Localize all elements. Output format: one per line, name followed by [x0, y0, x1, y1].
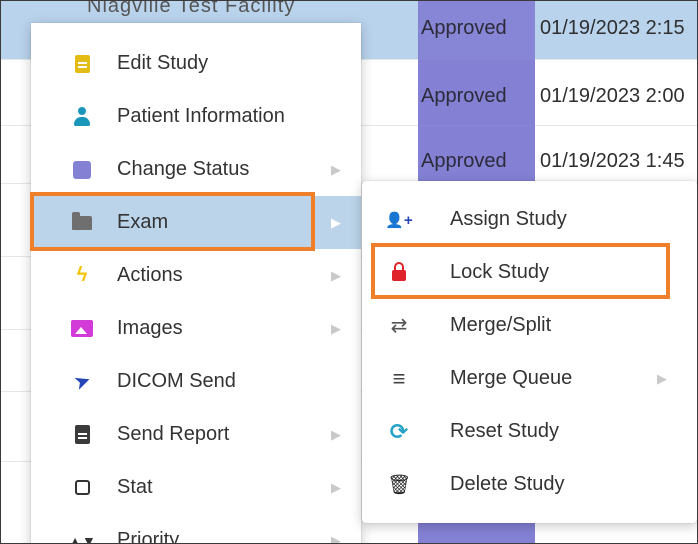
menu-item-actions[interactable]: ϟ Actions ▶	[31, 249, 361, 302]
submenu-item-merge-split[interactable]: ⇄ Merge/Split	[362, 299, 697, 352]
chevron-right-icon: ▶	[331, 267, 341, 283]
submenu-item-assign-study[interactable]: 👤+ Assign Study	[362, 193, 697, 246]
menu-item-dicom-send[interactable]: ➤ DICOM Send	[31, 355, 361, 408]
menu-item-label: Exam	[117, 211, 169, 233]
menu-item-label: Images	[117, 317, 183, 339]
submenu-item-lock-study[interactable]: Lock Study	[362, 246, 697, 299]
image-icon	[69, 316, 95, 342]
chevron-right-icon: ▶	[657, 370, 667, 386]
submenu-item-reset-study[interactable]: ⟳ Reset Study	[362, 405, 697, 458]
context-menu: Edit Study Patient Information Change St…	[31, 23, 361, 544]
chevron-right-icon: ▶	[331, 214, 341, 230]
submenu-item-label: Merge Queue	[450, 367, 573, 389]
menu-item-exam[interactable]: Exam ▶	[31, 196, 361, 249]
menu-item-send-report[interactable]: Send Report ▶	[31, 408, 361, 461]
person-icon	[69, 104, 95, 130]
chevron-right-icon: ▶	[331, 532, 341, 544]
submenu-item-label: Assign Study	[450, 208, 567, 230]
lock-icon	[386, 260, 412, 286]
status-square-icon	[69, 157, 95, 183]
submenu-item-label: Delete Study	[450, 473, 565, 495]
exam-submenu: 👤+ Assign Study Lock Study ⇄ Merge/Split…	[362, 181, 697, 523]
menu-item-label: Edit Study	[117, 52, 209, 74]
menu-item-edit-study[interactable]: Edit Study	[31, 37, 361, 90]
submenu-item-label: Lock Study	[450, 261, 549, 283]
chevron-right-icon: ▶	[331, 320, 341, 336]
submenu-item-label: Reset Study	[450, 420, 559, 442]
chevron-right-icon: ▶	[331, 426, 341, 442]
sort-icon: ▲▼	[68, 532, 96, 544]
lightning-icon: ϟ	[76, 264, 88, 286]
submenu-item-label: Merge/Split	[450, 314, 552, 336]
list-icon: ≡	[392, 365, 406, 391]
menu-item-label: DICOM Send	[117, 370, 236, 392]
menu-item-label: Actions	[117, 264, 183, 286]
submenu-item-delete-study[interactable]: 🗑 Delete Study	[362, 458, 697, 511]
submenu-item-merge-queue[interactable]: ≡ Merge Queue ▶	[362, 352, 697, 405]
menu-item-stat[interactable]: Stat ▶	[31, 461, 361, 514]
screenshot-frame: Niagville Test Facility Approved 01/19/2…	[0, 0, 698, 544]
menu-item-label: Patient Information	[117, 105, 285, 127]
menu-item-label: Priority	[117, 529, 180, 544]
menu-item-change-status[interactable]: Change Status ▶	[31, 143, 361, 196]
menu-item-patient-information[interactable]: Patient Information	[31, 90, 361, 143]
date-cell: 01/19/2023 2:15	[540, 17, 685, 39]
status-cell: Approved	[421, 150, 507, 172]
menu-item-label: Stat	[117, 476, 153, 498]
menu-item-priority[interactable]: ▲▼ Priority ▶	[31, 514, 361, 544]
edit-document-icon	[69, 51, 95, 77]
swap-arrows-icon: ⇄	[390, 315, 408, 337]
status-cell: Approved	[421, 17, 507, 39]
folder-icon	[69, 210, 95, 236]
facility-name: Niagville Test Facility	[87, 0, 296, 17]
menu-item-images[interactable]: Images ▶	[31, 302, 361, 355]
user-plus-icon: 👤+	[385, 211, 413, 229]
date-cell: 01/19/2023 2:00	[540, 85, 685, 107]
menu-item-label: Send Report	[117, 423, 230, 445]
checkbox-icon	[69, 475, 95, 501]
refresh-icon: ⟳	[389, 418, 409, 444]
date-cell: 01/19/2023 1:45	[540, 150, 685, 172]
trash-icon: 🗑	[386, 474, 412, 496]
chevron-right-icon: ▶	[331, 479, 341, 495]
status-cell: Approved	[421, 85, 507, 107]
report-document-icon	[69, 422, 95, 448]
paper-plane-icon: ➤	[70, 368, 94, 396]
chevron-right-icon: ▶	[331, 161, 341, 177]
menu-item-label: Change Status	[117, 158, 250, 180]
